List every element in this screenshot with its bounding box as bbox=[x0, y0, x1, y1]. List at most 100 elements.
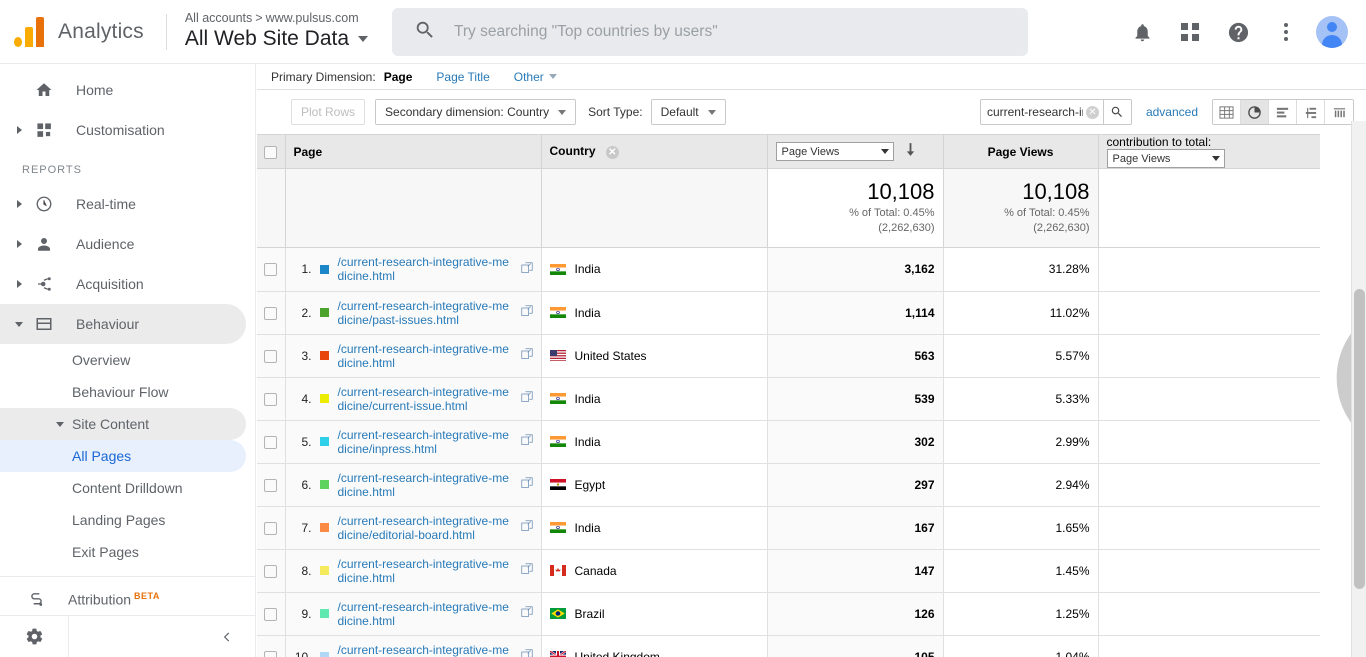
page-link[interactable]: /current-research-integrative-medicine.h… bbox=[338, 255, 513, 283]
open-in-new-icon[interactable] bbox=[520, 563, 533, 578]
help-icon[interactable] bbox=[1214, 8, 1262, 56]
page-link[interactable]: /current-research-integrative-medicine.h… bbox=[338, 557, 513, 585]
open-in-new-icon[interactable] bbox=[520, 520, 533, 535]
contribution-metric-select[interactable]: Page Views bbox=[1106, 149, 1225, 168]
page-link[interactable]: /current-research-integrative-medicine/p… bbox=[338, 299, 513, 327]
remove-secondary-dimension-icon[interactable]: ✕ bbox=[605, 145, 619, 159]
table-row[interactable]: 3. /current-research-integrative-medicine… bbox=[257, 334, 1320, 378]
metric-select[interactable]: Page Views bbox=[775, 142, 894, 161]
page-link[interactable]: /current-research-integrative-medicine.h… bbox=[338, 643, 513, 657]
sidebar-item-audience[interactable]: Audience bbox=[0, 224, 246, 264]
collapse-sidebar-button[interactable] bbox=[69, 630, 255, 644]
breadcrumb-site[interactable]: www.pulsus.com bbox=[266, 11, 359, 25]
apps-grid-icon[interactable] bbox=[1166, 8, 1214, 56]
table-row[interactable]: 8. /current-research-integrative-medicine… bbox=[257, 549, 1320, 593]
page-link[interactable]: /current-research-integrative-medicine.h… bbox=[338, 471, 513, 499]
row-checkbox[interactable] bbox=[264, 564, 278, 578]
expand-arrow-icon[interactable] bbox=[8, 280, 30, 288]
select-all-checkbox[interactable] bbox=[264, 145, 278, 159]
open-in-new-icon[interactable] bbox=[520, 649, 533, 657]
table-row[interactable]: 6. /current-research-integrative-medicine… bbox=[257, 463, 1320, 507]
more-options-icon[interactable] bbox=[1262, 8, 1310, 56]
table-row[interactable]: 1. /current-research-integrative-medicine… bbox=[257, 248, 1320, 292]
vertical-scrollbar[interactable] bbox=[1351, 121, 1366, 657]
page-link[interactable]: /current-research-integrative-medicine/c… bbox=[338, 385, 513, 413]
plot-rows-button[interactable]: Plot Rows bbox=[291, 99, 366, 125]
page-link[interactable]: /current-research-integrative-medicine/i… bbox=[338, 428, 513, 456]
row-country-cell: India bbox=[541, 506, 768, 550]
sidebar-item-home[interactable]: Home bbox=[0, 70, 246, 110]
page-link[interactable]: /current-research-integrative-medicine.h… bbox=[338, 600, 513, 628]
row-checkbox[interactable] bbox=[264, 521, 278, 535]
clear-filter-icon[interactable]: ✕ bbox=[1085, 105, 1099, 119]
primary-dimension-other[interactable]: Other bbox=[514, 70, 557, 84]
filter-input[interactable] bbox=[980, 104, 1085, 120]
table-view-icon[interactable] bbox=[1213, 100, 1241, 124]
table-row[interactable]: 9. /current-research-integrative-medicine… bbox=[257, 592, 1320, 636]
collapse-arrow-icon[interactable] bbox=[56, 421, 64, 427]
avatar[interactable] bbox=[1316, 16, 1348, 48]
account-selector[interactable]: All accounts > www.pulsus.com All Web Site… bbox=[185, 11, 369, 52]
scrollbar-thumb[interactable] bbox=[1354, 289, 1365, 589]
comparison-view-icon[interactable] bbox=[1297, 100, 1325, 124]
table-row[interactable]: 10. /current-research-integrative-medicin… bbox=[257, 635, 1320, 657]
column-header-page-views[interactable]: Page Views bbox=[943, 134, 1099, 169]
open-in-new-icon[interactable] bbox=[520, 606, 533, 621]
advanced-filter-link[interactable]: advanced bbox=[1146, 105, 1198, 119]
open-in-new-icon[interactable] bbox=[520, 434, 533, 449]
table-row[interactable]: 2. /current-research-integrative-medicine… bbox=[257, 291, 1320, 335]
sidebar-item-behaviour-flow[interactable]: Behaviour Flow bbox=[0, 376, 246, 408]
row-checkbox[interactable] bbox=[264, 306, 278, 320]
primary-dimension-page[interactable]: Page bbox=[384, 70, 412, 97]
collapse-arrow-icon[interactable] bbox=[8, 321, 30, 327]
primary-dimension-page-title[interactable]: Page Title bbox=[436, 70, 489, 84]
table-row[interactable]: 7. /current-research-integrative-medicine… bbox=[257, 506, 1320, 550]
sidebar-item-landing-pages[interactable]: Landing Pages bbox=[0, 504, 246, 536]
sidebar-item-acquisition[interactable]: Acquisition bbox=[0, 264, 246, 304]
sort-descending-icon[interactable] bbox=[905, 142, 916, 160]
sidebar-item-exit-pages[interactable]: Exit Pages bbox=[0, 536, 246, 568]
page-link[interactable]: /current-research-integrative-medicine.h… bbox=[338, 342, 513, 370]
open-in-new-icon[interactable] bbox=[520, 262, 533, 277]
gear-icon[interactable] bbox=[0, 627, 68, 646]
table-row[interactable]: 5. /current-research-integrative-medicine… bbox=[257, 420, 1320, 464]
breadcrumb-all-accounts[interactable]: All accounts bbox=[185, 11, 252, 25]
sidebar-item-overview[interactable]: Overview bbox=[0, 344, 246, 376]
sidebar-item-behaviour[interactable]: Behaviour bbox=[0, 304, 246, 344]
sidebar-item-site-content[interactable]: Site Content bbox=[0, 408, 246, 440]
global-search[interactable] bbox=[392, 8, 1028, 56]
page-link[interactable]: /current-research-integrative-medicine/e… bbox=[338, 514, 513, 542]
secondary-dimension-button[interactable]: Secondary dimension: Country bbox=[375, 99, 577, 125]
sidebar-item-realtime[interactable]: Real-time bbox=[0, 184, 246, 224]
row-checkbox[interactable] bbox=[264, 349, 278, 363]
performance-view-icon[interactable] bbox=[1269, 100, 1297, 124]
row-select-cell bbox=[257, 248, 286, 292]
row-checkbox[interactable] bbox=[264, 607, 278, 621]
open-in-new-icon[interactable] bbox=[520, 348, 533, 363]
apply-filter-button[interactable] bbox=[1103, 99, 1132, 125]
open-in-new-icon[interactable] bbox=[520, 477, 533, 492]
row-checkbox[interactable] bbox=[264, 435, 278, 449]
open-in-new-icon[interactable] bbox=[520, 391, 533, 406]
table-row[interactable]: 4. /current-research-integrative-medicine… bbox=[257, 377, 1320, 421]
open-in-new-icon[interactable] bbox=[520, 305, 533, 320]
expand-arrow-icon[interactable] bbox=[8, 200, 30, 208]
sidebar-item-content-drilldown[interactable]: Content Drilldown bbox=[0, 472, 246, 504]
sidebar-item-all-pages[interactable]: All Pages bbox=[0, 440, 246, 472]
expand-arrow-icon[interactable] bbox=[8, 240, 30, 248]
row-checkbox[interactable] bbox=[264, 650, 278, 657]
percentage-view-icon[interactable] bbox=[1241, 100, 1269, 124]
row-checkbox[interactable] bbox=[264, 263, 278, 277]
sidebar-item-customisation[interactable]: Customisation bbox=[0, 110, 246, 150]
row-checkbox[interactable] bbox=[264, 392, 278, 406]
view-title[interactable]: All Web Site Data bbox=[185, 26, 369, 52]
row-checkbox[interactable] bbox=[264, 478, 278, 492]
pivot-view-icon[interactable] bbox=[1325, 100, 1353, 124]
search-input[interactable] bbox=[452, 22, 1012, 42]
column-header-country[interactable]: Country ✕ bbox=[541, 134, 768, 169]
notifications-bell-icon[interactable] bbox=[1118, 8, 1166, 56]
sort-type-button[interactable]: Default bbox=[650, 99, 726, 125]
filter-field[interactable]: ✕ bbox=[979, 99, 1104, 125]
expand-arrow-icon[interactable] bbox=[8, 126, 30, 134]
column-header-page[interactable]: Page bbox=[285, 134, 542, 169]
